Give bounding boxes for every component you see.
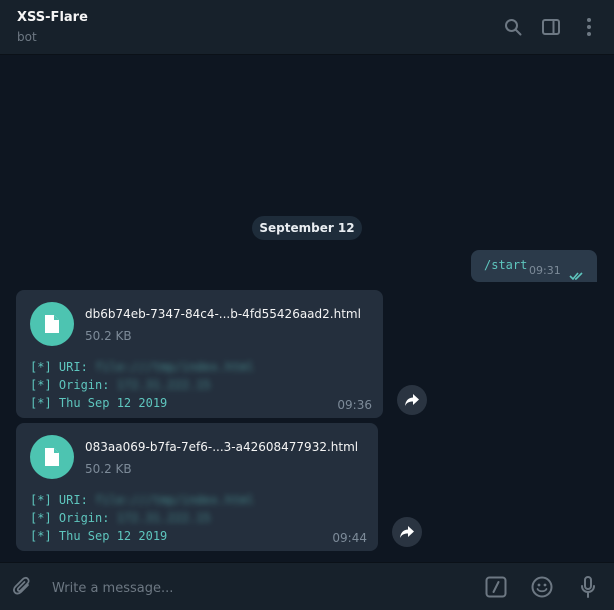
sidebar-toggle-icon[interactable] bbox=[540, 16, 562, 38]
message-time: 09:36 bbox=[337, 398, 372, 412]
date-line: [*] Thu Sep 12 2019 bbox=[30, 529, 167, 543]
origin-label: [*] Origin: bbox=[30, 511, 110, 525]
uri-label: [*] URI: bbox=[30, 360, 88, 374]
chat-status: bot bbox=[17, 30, 37, 44]
forward-button[interactable] bbox=[392, 517, 422, 547]
date-separator: September 12 bbox=[252, 216, 362, 240]
message-time: 09:44 bbox=[332, 531, 367, 545]
file-name[interactable]: 083aa069-b7fa-7ef6-...3-a42608477932.htm… bbox=[85, 440, 358, 454]
message-time: 09:31 bbox=[529, 264, 561, 277]
share-icon bbox=[405, 394, 419, 406]
file-icon[interactable] bbox=[30, 302, 74, 346]
file-size: 50.2 KB bbox=[85, 462, 132, 476]
file-message[interactable]: db6b74eb-7347-84c4-...b-4fd55426aad2.htm… bbox=[16, 290, 383, 418]
bot-commands-icon[interactable] bbox=[484, 575, 508, 599]
attach-icon[interactable] bbox=[10, 575, 34, 599]
origin-label: [*] Origin: bbox=[30, 378, 110, 392]
chat-header: XSS-Flare bot bbox=[0, 0, 614, 55]
origin-value: 172.31.222.15 bbox=[116, 511, 211, 525]
forward-button[interactable] bbox=[397, 385, 427, 415]
message-text[interactable]: /start bbox=[484, 258, 527, 272]
uri-line: [*] URI: file:///tmp/index.html bbox=[30, 360, 254, 374]
microphone-icon[interactable] bbox=[576, 575, 600, 599]
uri-label: [*] URI: bbox=[30, 493, 88, 507]
origin-value: 172.31.222.15 bbox=[116, 378, 211, 392]
date-line: [*] Thu Sep 12 2019 bbox=[30, 396, 167, 410]
message-input[interactable] bbox=[52, 578, 352, 598]
file-message[interactable]: 083aa069-b7fa-7ef6-...3-a42608477932.htm… bbox=[16, 423, 378, 551]
share-icon bbox=[400, 526, 414, 538]
more-vertical-icon[interactable] bbox=[578, 16, 600, 38]
origin-line: [*] Origin: 172.31.222.15 bbox=[30, 511, 211, 525]
date-label: [*] Thu Sep 12 2019 bbox=[30, 529, 168, 543]
file-size: 50.2 KB bbox=[85, 329, 132, 343]
outgoing-message[interactable]: /start 09:31 bbox=[471, 250, 597, 282]
message-list[interactable]: September 12 /start 09:31 db6b74eb-7347-… bbox=[0, 56, 614, 562]
uri-line: [*] URI: file:///tmp/index.html bbox=[30, 493, 254, 507]
file-icon[interactable] bbox=[30, 435, 74, 479]
uri-value: file:///tmp/index.html bbox=[95, 360, 254, 374]
uri-value: file:///tmp/index.html bbox=[95, 493, 254, 507]
date-label: [*] Thu Sep 12 2019 bbox=[30, 396, 168, 410]
search-icon[interactable] bbox=[502, 16, 524, 38]
message-composer bbox=[0, 562, 614, 610]
file-name[interactable]: db6b74eb-7347-84c4-...b-4fd55426aad2.htm… bbox=[85, 307, 361, 321]
chat-title[interactable]: XSS-Flare bbox=[17, 10, 88, 25]
origin-line: [*] Origin: 172.31.222.15 bbox=[30, 378, 211, 392]
double-check-icon bbox=[569, 266, 587, 285]
emoji-icon[interactable] bbox=[530, 575, 554, 599]
